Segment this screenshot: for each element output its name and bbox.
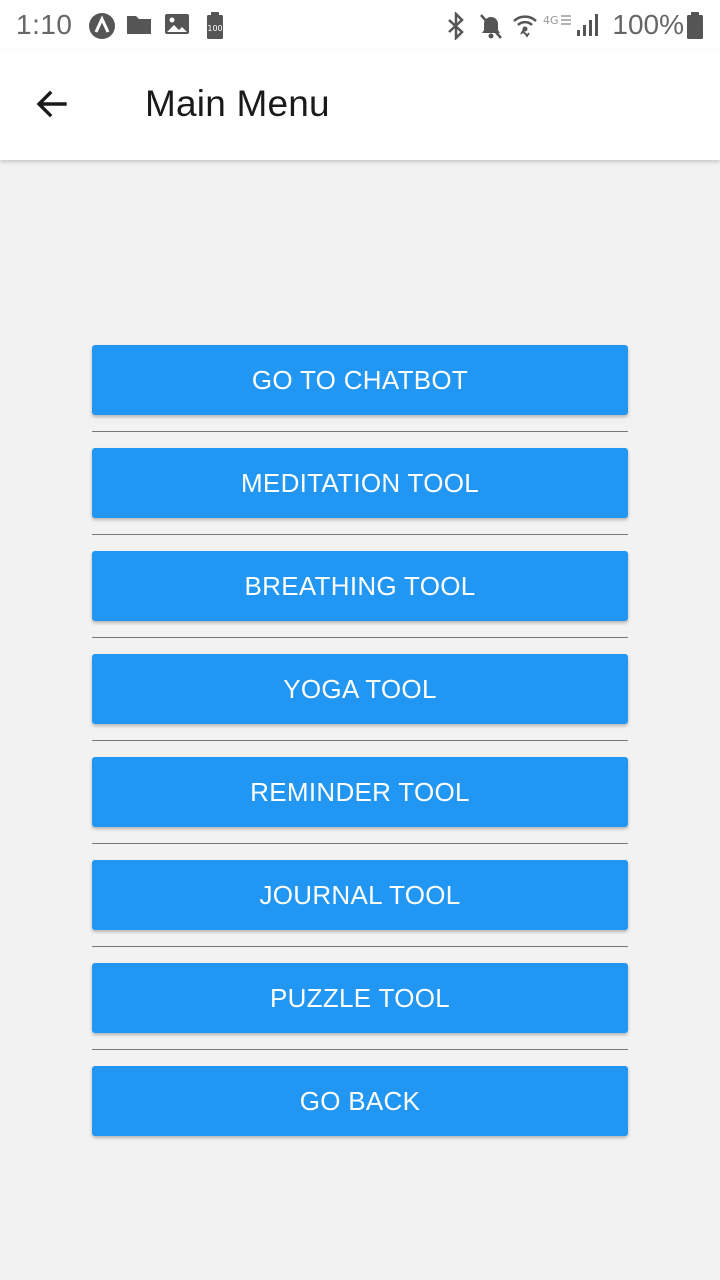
menu-item: REMINDER TOOL xyxy=(92,757,628,860)
go-back-button[interactable]: GO BACK xyxy=(92,1066,628,1136)
status-bar: 1:10 100 4G 100% xyxy=(0,0,720,50)
go-to-chatbot-button[interactable]: GO TO CHATBOT xyxy=(92,345,628,415)
divider xyxy=(92,637,628,638)
app-bar: Main Menu xyxy=(0,50,720,160)
svg-text:100: 100 xyxy=(207,24,222,33)
battery-saver-icon: 100 xyxy=(205,12,225,45)
breathing-tool-button[interactable]: BREATHING TOOL xyxy=(92,551,628,621)
image-icon xyxy=(164,12,190,41)
divider xyxy=(92,534,628,535)
menu-item: GO TO CHATBOT xyxy=(92,345,628,448)
back-button[interactable] xyxy=(24,78,80,134)
signal-icon xyxy=(576,12,600,43)
reminder-tool-button[interactable]: REMINDER TOOL xyxy=(92,757,628,827)
mute-icon xyxy=(478,12,504,45)
divider xyxy=(92,740,628,741)
menu-item: GO BACK xyxy=(92,1066,628,1169)
battery-percent: 100% xyxy=(612,9,684,40)
menu-item: PUZZLE TOOL xyxy=(92,963,628,1066)
lte-icon: 4G xyxy=(543,12,573,39)
puzzle-tool-button[interactable]: PUZZLE TOOL xyxy=(92,963,628,1033)
page-title: Main Menu xyxy=(145,83,330,124)
journal-tool-button[interactable]: JOURNAL TOOL xyxy=(92,860,628,930)
yoga-tool-button[interactable]: YOGA TOOL xyxy=(92,654,628,724)
menu-item: YOGA TOOL xyxy=(92,654,628,757)
app-icon xyxy=(88,12,116,45)
status-time: 1:10 xyxy=(16,9,73,40)
wifi-icon xyxy=(512,12,538,45)
divider xyxy=(92,843,628,844)
main-menu: GO TO CHATBOT MEDITATION TOOL BREATHING … xyxy=(92,345,628,1169)
menu-item: JOURNAL TOOL xyxy=(92,860,628,963)
divider xyxy=(92,1049,628,1050)
meditation-tool-button[interactable]: MEDITATION TOOL xyxy=(92,448,628,518)
divider xyxy=(92,431,628,432)
bluetooth-icon xyxy=(444,10,468,45)
folder-icon xyxy=(126,12,152,41)
arrow-back-icon xyxy=(34,86,70,127)
divider xyxy=(92,946,628,947)
battery-icon xyxy=(686,12,704,45)
menu-item: MEDITATION TOOL xyxy=(92,448,628,551)
menu-item: BREATHING TOOL xyxy=(92,551,628,654)
svg-text:4G: 4G xyxy=(543,14,559,27)
